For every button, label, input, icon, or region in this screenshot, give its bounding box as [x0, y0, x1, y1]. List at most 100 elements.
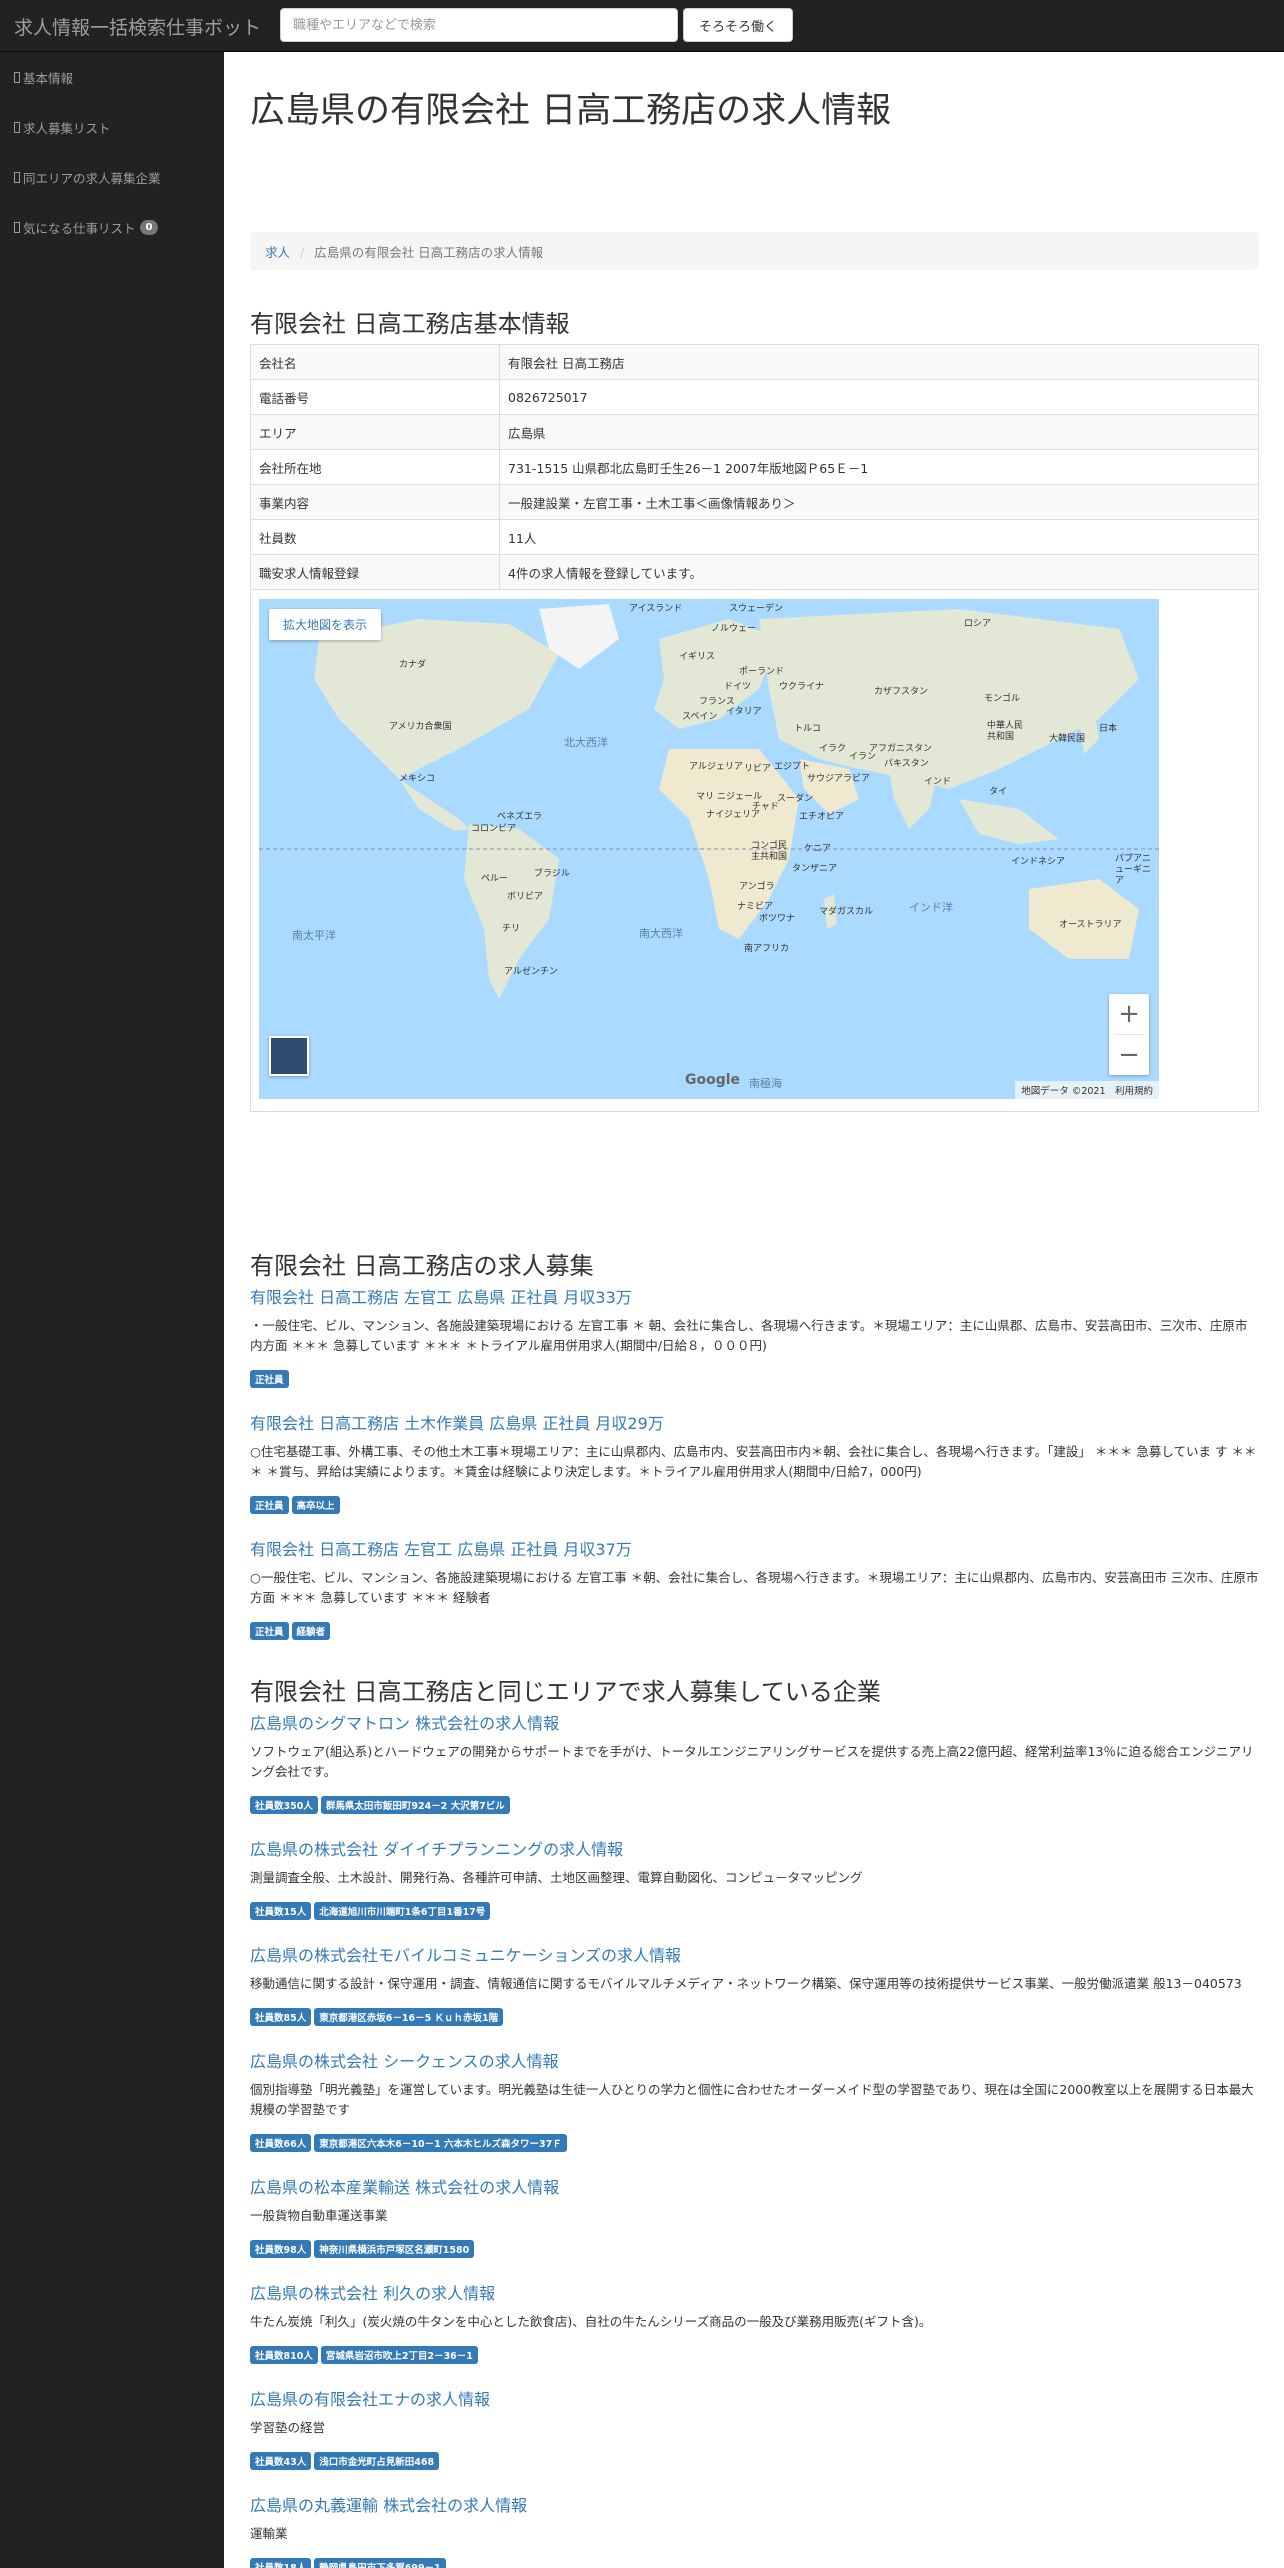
sidebar-item-basic-info[interactable]: 基本情報: [0, 52, 224, 102]
map-label: イラク: [819, 744, 847, 754]
map-label: ケニア: [804, 844, 832, 854]
map-label: スペイン: [682, 712, 718, 722]
info-value: 一般建設業・左官工事・土木工事＜画像情報あり＞: [499, 484, 1259, 520]
map-label: ナイジェリア: [706, 810, 761, 820]
company-item-link[interactable]: 広島県の丸義運輸 株式会社の求人情報: [250, 2492, 1259, 2516]
map-label: ボツワナ: [759, 914, 796, 924]
tag-label: 静岡県島田市下多賀699－1: [314, 2558, 446, 2568]
sidebar-item-same-area[interactable]: 同エリアの求人募集企業: [0, 152, 224, 202]
map-label: 南アフリカ: [744, 944, 790, 954]
search-button[interactable]: そろそろ働く: [683, 8, 793, 42]
map-label: リビア: [744, 764, 772, 774]
tag-list: 社員数350人 群馬県太田市飯田町924－2 大沢第7ビル: [250, 1794, 1259, 1814]
map-credit[interactable]: 地図データ ©2021 利用規約: [1015, 1081, 1159, 1099]
tag-label: 社員数66人: [250, 2134, 312, 2152]
company-item-link[interactable]: 広島県の株式会社 ダイイチプランニングの求人情報: [250, 1836, 1259, 1860]
world-map-graphic: [259, 604, 1159, 999]
top-navbar: 求人情報一括検索仕事ボット そろそろ働く: [0, 0, 1284, 52]
company-item: 広島県の株式会社モバイルコミュニケーションズの求人情報 移動通信に関する設計・保守…: [250, 1942, 1259, 2026]
brand-link[interactable]: 求人情報一括検索仕事ボット: [14, 13, 261, 40]
info-value: 11人: [499, 519, 1259, 555]
sidebar-item-favorites[interactable]: 気になる仕事リスト 0: [0, 202, 224, 252]
map-label: アルジェリア: [689, 762, 743, 772]
map-label: メキシコ: [399, 774, 436, 784]
tag-label: 正社員: [250, 1496, 289, 1514]
search-input[interactable]: [280, 8, 678, 42]
map-label: ブラジル: [534, 869, 570, 879]
company-item-description: ソフトウェア(組込系)とハードウェアの開発からサポートまでを手がけ、トータルエン…: [250, 1744, 1254, 1779]
company-item-description: 運輸業: [250, 2526, 288, 2541]
info-value: 0826725017: [499, 379, 1259, 415]
breadcrumb-home-link[interactable]: 求人: [265, 245, 290, 260]
map-sea-label: インド洋: [909, 901, 953, 914]
company-item: 広島県の株式会社 シークェンスの求人情報 個別指導塾「明光義塾」を運営しています。…: [250, 2048, 1259, 2152]
map-label: パキスタン: [884, 759, 929, 769]
company-item-link[interactable]: 広島県のシグマトロン 株式会社の求人情報: [250, 1710, 1259, 1734]
tag-list: 社員数810人 宮城県岩沼市吹上2丁目2－36－1: [250, 2344, 1259, 2364]
map-label: ペルー: [481, 874, 509, 884]
missing-glyph-icon: [14, 171, 20, 183]
company-item-link[interactable]: 広島県の松本産業輸送 株式会社の求人情報: [250, 2174, 1259, 2198]
job-item-link[interactable]: 有限会社 日高工務店 左官工 広島県 正社員 月収33万: [250, 1284, 1259, 1308]
company-item-link[interactable]: 広島県の株式会社 シークェンスの求人情報: [250, 2048, 1259, 2072]
tag-list: 正社員 高卒以上: [250, 1494, 1259, 1514]
sidebar-item-label: 同エリアの求人募集企業: [23, 170, 161, 186]
google-map[interactable]: アイスランド スウェーデン ノルウェー ロシア イギリス ポーランド カナダ ド…: [259, 599, 1159, 1099]
map-label: コンゴ民主共和国: [751, 841, 788, 862]
info-value: 731-1515 山県郡北広島町壬生26－1 2007年版地図Ｐ65Ｅ－1: [499, 449, 1259, 485]
zoom-in-button[interactable]: +: [1109, 994, 1149, 1034]
info-value: 有限会社 日高工務店: [499, 344, 1259, 380]
map-label: インドネシア: [1011, 857, 1066, 867]
tag-label: 正社員: [250, 1622, 289, 1640]
enlarge-map-button[interactable]: 拡大地図を表示: [269, 609, 382, 640]
company-item-link[interactable]: 広島県の株式会社モバイルコミュニケーションズの求人情報: [250, 1942, 1259, 1966]
map-sea-label: 南極海: [749, 1077, 782, 1090]
company-item: 広島県の有限会社エナの求人情報 学習塾の経営 社員数43人 浅口市金光町占見新田468: [250, 2386, 1259, 2470]
map-label: マリ: [696, 792, 715, 802]
map-label: アルゼンチン: [504, 967, 558, 977]
map-sea-label: 南大西洋: [639, 927, 683, 940]
info-label: 会社所在地: [250, 449, 500, 485]
company-info-table: 会社名 有限会社 日高工務店 電話番号 0826725017 エリア 広島県 会社所在地 73…: [250, 344, 1259, 590]
page-title: 広島県の有限会社 日高工務店の求人情報: [250, 91, 892, 131]
map-label: インド: [924, 777, 952, 787]
map-label: ドイツ: [724, 682, 752, 692]
map-label: カナダ: [399, 660, 427, 670]
sidebar: 基本情報 求人募集リスト 同エリアの求人募集企業 気になる仕事リスト 0: [0, 52, 224, 2568]
job-item: 有限会社 日高工務店 土木作業員 広島県 正社員 月収29万 ○住宅基礎工事、外構…: [250, 1410, 1259, 1514]
map-label: イラン: [849, 752, 877, 762]
info-table-row: 会社名 有限会社 日高工務店: [250, 344, 1259, 380]
info-value: 4件の求人情報を登録しています。: [499, 554, 1259, 590]
sidebar-item-label: 求人募集リスト: [23, 120, 111, 136]
sidebar-item-job-list[interactable]: 求人募集リスト: [0, 102, 224, 152]
tag-label: 社員数18人: [250, 2558, 312, 2568]
map-label: エチオピア: [799, 812, 845, 822]
company-item-description: 牛たん炭焼「利久」(炭火焼の牛タンを中心とした飲食店)、自社の牛たんシリーズ商品…: [250, 2314, 932, 2329]
tag-label: 東京都港区赤坂6－16－5 Ｋｕｈ赤坂1階: [314, 2008, 504, 2026]
map-label: 日本: [1099, 724, 1118, 734]
job-item-link[interactable]: 有限会社 日高工務店 左官工 広島県 正社員 月収37万: [250, 1536, 1259, 1560]
tag-label: 群馬県太田市飯田町924－2 大沢第7ビル: [320, 1796, 510, 1814]
info-table-row: 会社所在地 731-1515 山県郡北広島町壬生26－1 2007年版地図Ｐ65Ｅ…: [250, 449, 1259, 485]
company-item-link[interactable]: 広島県の株式会社 利久の求人情報: [250, 2280, 1259, 2304]
company-item: 広島県の丸義運輸 株式会社の求人情報運輸業社員数18人静岡県島田市下多賀699－…: [250, 2492, 1259, 2568]
zoom-out-button[interactable]: −: [1109, 1035, 1149, 1075]
company-item-description: 学習塾の経営: [250, 2420, 326, 2435]
company-item-link[interactable]: 広島県の有限会社エナの求人情報: [250, 2386, 1259, 2410]
breadcrumb: 求人 / 広島県の有限会社 日高工務店の求人情報: [250, 232, 1259, 270]
info-table-row: 社員数 11人: [250, 519, 1259, 555]
tag-label: 高卒以上: [291, 1496, 340, 1514]
satellite-toggle-thumbnail[interactable]: [269, 1036, 309, 1076]
info-label: 事業内容: [250, 484, 500, 520]
google-logo: Google: [685, 1072, 741, 1088]
map-label: トルコ: [794, 724, 821, 734]
job-item-link[interactable]: 有限会社 日高工務店 土木作業員 広島県 正社員 月収29万: [250, 1410, 1259, 1434]
missing-glyph-icon: [14, 71, 20, 83]
tag-label: 経験者: [291, 1622, 331, 1640]
tag-label: 神奈川県横浜市戸塚区名瀬町1580: [314, 2240, 475, 2258]
sidebar-item-label: 気になる仕事リスト: [23, 220, 136, 236]
map-label: ボリビア: [507, 892, 544, 902]
map-cell: アイスランド スウェーデン ノルウェー ロシア イギリス ポーランド カナダ ド…: [250, 589, 1259, 1112]
map-label: ウクライナ: [779, 682, 824, 692]
tag-list: 社員数98人 神奈川県横浜市戸塚区名瀬町1580: [250, 2238, 1259, 2258]
